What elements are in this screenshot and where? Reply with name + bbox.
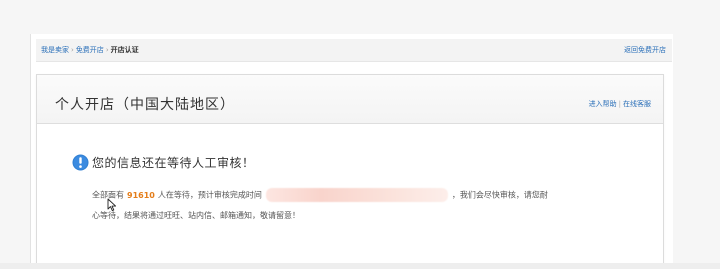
breadcrumb-separator: › xyxy=(71,46,74,54)
queue-mid-text: 人在等待，预计审核完成时间 xyxy=(157,190,262,200)
online-service-link[interactable]: 在线客服 xyxy=(623,100,651,108)
notice-title: 您的信息还在等待人工审核！ xyxy=(92,156,255,170)
mouse-cursor-icon xyxy=(107,198,117,212)
panel-header: 个人开店（中国大陆地区） 进入帮助 | 在线客服 xyxy=(37,75,663,124)
notice-body-line1: 全部面有 91610 人在等待，预计审核完成时间 ，我们会尽快审核，请您耐 xyxy=(92,188,548,202)
breadcrumb: 我是卖家 › 免费开店 › 开店认证 返回免费开店 xyxy=(36,39,672,62)
header-links: 进入帮助 | 在线客服 xyxy=(589,99,651,109)
info-icon xyxy=(72,154,89,171)
breadcrumb-item-current: 开店认证 xyxy=(110,46,139,54)
redacted-estimate-time xyxy=(265,188,448,202)
queue-count: 91610 xyxy=(127,190,155,200)
page-bottom-edge xyxy=(0,263,720,269)
queue-suffix-text: ，我们会尽快审核，请您耐 xyxy=(451,190,548,200)
notice-body-line2: 心等待，结果将通过旺旺、站内信、邮箱通知，敬请留意！ xyxy=(92,211,300,220)
breadcrumb-separator: › xyxy=(105,46,109,54)
breadcrumb-trail: 我是卖家 › 免费开店 › 开店认证 xyxy=(41,39,139,61)
help-link[interactable]: 进入帮助 xyxy=(589,100,617,108)
breadcrumb-item-seller[interactable]: 我是卖家 xyxy=(41,46,69,54)
page-title: 个人开店（中国大陆地区） xyxy=(55,97,235,113)
back-to-free-shop-link[interactable]: 返回免费开店 xyxy=(624,39,666,61)
breadcrumb-item-free-shop[interactable]: 免费开店 xyxy=(76,46,104,54)
